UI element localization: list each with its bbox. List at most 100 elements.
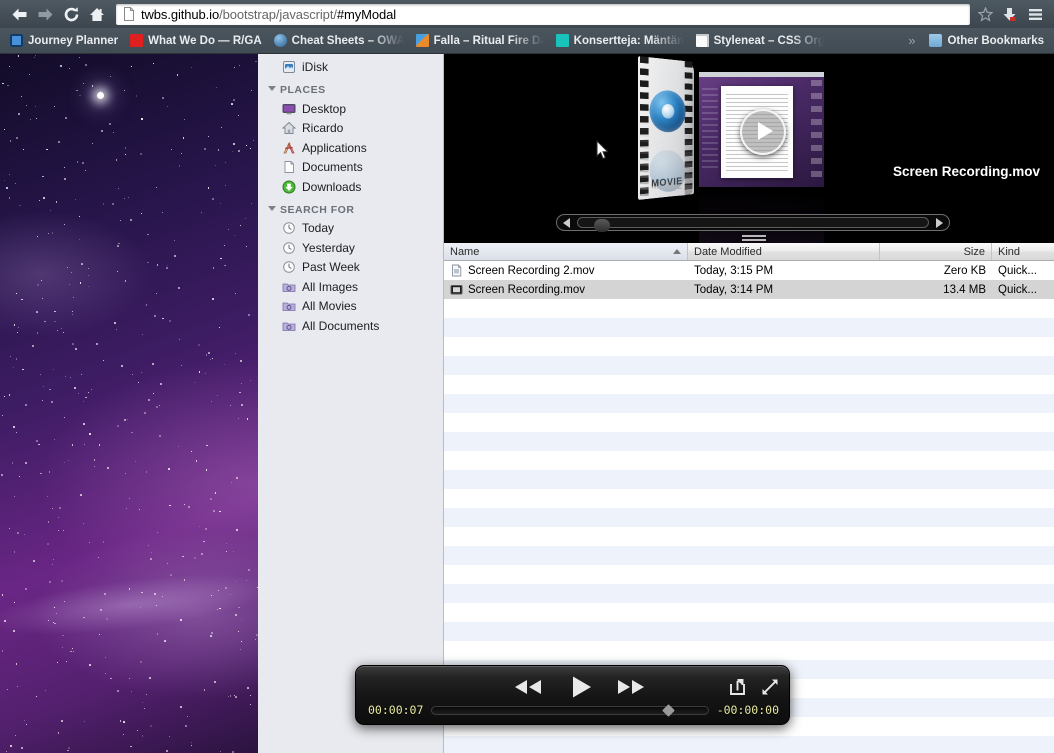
- bookmark-item[interactable]: Konsertteja: Mäntän: [550, 31, 690, 51]
- table-row-empty[interactable]: [444, 489, 1054, 508]
- scroll-left-arrow-icon[interactable]: [563, 218, 570, 228]
- table-row-empty[interactable]: [444, 432, 1054, 451]
- scrubber-playhead[interactable]: [661, 703, 675, 717]
- table-row-empty[interactable]: [444, 546, 1054, 565]
- star: [16, 136, 19, 139]
- bookmark-item[interactable]: Journey Planner: [4, 31, 124, 51]
- other-bookmarks-folder[interactable]: Other Bookmarks: [923, 31, 1050, 51]
- back-icon[interactable]: [6, 1, 32, 27]
- resize-grip-icon[interactable]: [742, 235, 766, 241]
- sidebar-item-all-images[interactable]: All Images: [258, 277, 443, 297]
- sidebar-item-all-movies[interactable]: All Movies: [258, 297, 443, 317]
- star: [203, 689, 205, 691]
- table-row-empty[interactable]: [444, 584, 1054, 603]
- sidebar-item-yesterday[interactable]: Yesterday: [258, 238, 443, 258]
- home-icon[interactable]: [84, 1, 110, 27]
- bookmark-item[interactable]: Falla – Ritual Fire Dance: [410, 31, 550, 51]
- star: [65, 660, 68, 663]
- play-overlay-icon[interactable]: [740, 109, 786, 155]
- table-row[interactable]: Screen Recording 2.mov Today, 3:15 PM Ze…: [444, 261, 1054, 280]
- table-row-empty[interactable]: [444, 413, 1054, 432]
- scroll-right-arrow-icon[interactable]: [936, 218, 943, 228]
- star: [56, 329, 58, 332]
- disclosure-triangle-icon[interactable]: [268, 205, 276, 211]
- star: [12, 367, 14, 369]
- star: [190, 67, 192, 69]
- desktop-icon: [282, 102, 296, 116]
- star: [210, 498, 212, 501]
- bookmark-item[interactable]: Styleneat – CSS Organizer: [690, 31, 830, 51]
- table-row-empty[interactable]: [444, 375, 1054, 394]
- fullscreen-icon[interactable]: [761, 678, 779, 696]
- column-header-size[interactable]: Size: [880, 243, 992, 260]
- star: [145, 304, 148, 306]
- table-row-empty[interactable]: [444, 527, 1054, 546]
- address-bar[interactable]: twbs.github.io/bootstrap/javascript/#myM…: [116, 3, 970, 25]
- table-row-empty[interactable]: [444, 394, 1054, 413]
- bookmark-star-icon[interactable]: [974, 4, 996, 25]
- sidebar-item-documents[interactable]: Documents: [258, 158, 443, 178]
- forward-icon[interactable]: [32, 1, 58, 27]
- table-row-empty[interactable]: [444, 337, 1054, 356]
- star: [225, 586, 228, 589]
- table-row-empty[interactable]: [444, 356, 1054, 375]
- star: [128, 677, 131, 680]
- star: [34, 56, 36, 58]
- star: [72, 444, 74, 446]
- bookmark-item[interactable]: What We Do — R/GA: [124, 31, 268, 51]
- download-icon[interactable]: [996, 1, 1022, 27]
- star: [240, 648, 242, 650]
- sidebar-item-partial-top[interactable]: [258, 54, 443, 58]
- table-row-empty[interactable]: [444, 641, 1054, 660]
- table-row-empty[interactable]: [444, 451, 1054, 470]
- star: [83, 720, 85, 722]
- table-row-empty[interactable]: [444, 508, 1054, 527]
- sidebar-item-idisk[interactable]: iDisk: [258, 58, 443, 78]
- share-icon[interactable]: [728, 678, 747, 696]
- table-row-empty[interactable]: [444, 299, 1054, 318]
- star: [36, 118, 37, 119]
- coverflow-scroll-track[interactable]: [577, 217, 929, 232]
- play-icon[interactable]: [570, 675, 594, 699]
- table-row-empty[interactable]: [444, 622, 1054, 641]
- bookmarks-overflow-icon[interactable]: »: [900, 33, 923, 48]
- star: [36, 310, 39, 313]
- table-row-empty[interactable]: [444, 470, 1054, 489]
- sidebar-item-ricardo[interactable]: Ricardo: [258, 119, 443, 139]
- table-row-empty[interactable]: [444, 565, 1054, 584]
- column-header-kind[interactable]: Kind: [992, 243, 1054, 260]
- sidebar-item-today[interactable]: Today: [258, 219, 443, 239]
- sidebar-item-past-week[interactable]: Past Week: [258, 258, 443, 278]
- sidebar-group-label: PLACES: [280, 84, 326, 96]
- bookmark-item[interactable]: Cheat Sheets – OWASP: [268, 31, 410, 51]
- star: [36, 283, 39, 286]
- coverflow-pane[interactable]: MOVIE MOVIE Screen Recording.mov: [444, 54, 1054, 243]
- star: [182, 555, 184, 557]
- disclosure-triangle-icon[interactable]: [268, 86, 276, 91]
- column-header-date-modified[interactable]: Date Modified: [688, 243, 880, 260]
- hamburger-menu-icon[interactable]: [1022, 1, 1048, 27]
- scrubber-track[interactable]: [431, 703, 709, 717]
- bright-star: [97, 92, 104, 99]
- sidebar-group-places[interactable]: PLACES: [258, 77, 443, 99]
- table-row-empty[interactable]: [444, 318, 1054, 337]
- star: [80, 494, 82, 496]
- star: [36, 439, 39, 442]
- star: [54, 623, 56, 625]
- player-transport-buttons: [356, 671, 789, 701]
- table-row-empty[interactable]: [444, 736, 1054, 753]
- fast-forward-icon[interactable]: [614, 679, 648, 695]
- column-header-name[interactable]: Name: [444, 243, 688, 260]
- coverflow-scrollbar[interactable]: [556, 214, 950, 232]
- sidebar-item-applications[interactable]: Applications: [258, 138, 443, 158]
- sidebar-item-all-documents[interactable]: All Documents: [258, 316, 443, 336]
- rewind-icon[interactable]: [511, 679, 545, 695]
- table-row[interactable]: Screen Recording.mov Today, 3:14 PM 13.4…: [444, 280, 1054, 299]
- sidebar-item-desktop[interactable]: Desktop: [258, 99, 443, 119]
- coverflow-scroll-thumb[interactable]: [594, 219, 610, 232]
- sidebar-item-downloads[interactable]: Downloads: [258, 177, 443, 197]
- table-row-empty[interactable]: [444, 603, 1054, 622]
- reload-icon[interactable]: [58, 1, 84, 27]
- document-icon: [450, 264, 463, 277]
- sidebar-group-search-for[interactable]: SEARCH FOR: [258, 197, 443, 219]
